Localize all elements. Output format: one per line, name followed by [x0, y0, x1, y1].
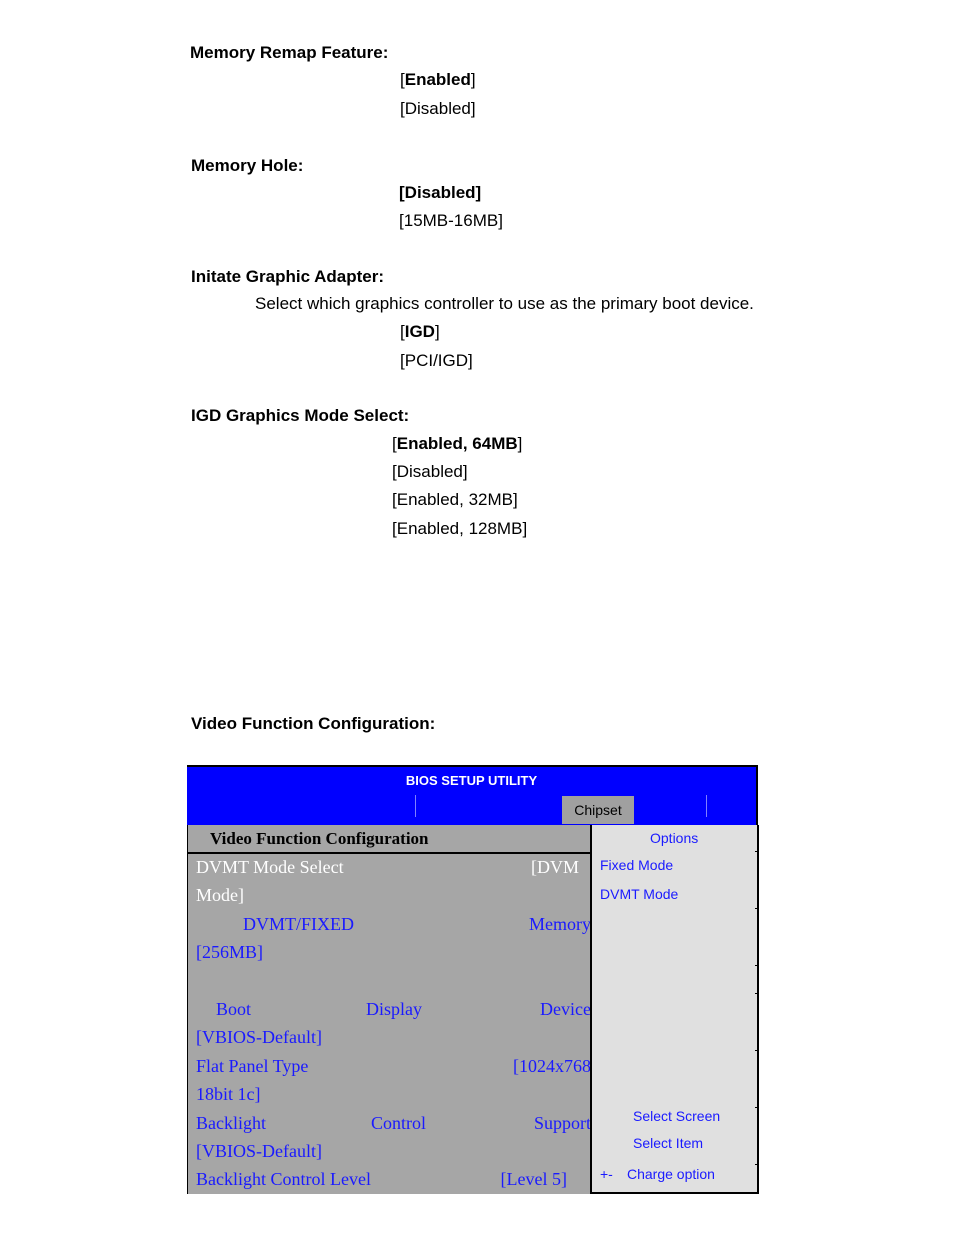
option-igd-enabled-32mb: [Enabled, 32MB] — [392, 490, 518, 509]
bios-item-value: [256MB] — [196, 942, 263, 962]
bios-item-line: Backlight Control Level [Level 5] — [196, 1165, 567, 1193]
bios-section-title-text: Video Function Configuration — [210, 829, 429, 848]
setting-title-graphic-adapter: Initate Graphic Adapter: — [191, 267, 385, 286]
bios-item-line: DVMT Mode Select [DVM — [196, 853, 579, 881]
tab-bar-edge — [756, 795, 758, 825]
row-tick — [755, 851, 759, 852]
bios-item-label: Memory — [529, 914, 591, 934]
bios-item-value: [VBIOS-Default] — [196, 1141, 322, 1161]
option-label: Disabled — [404, 99, 471, 118]
option-igd-disabled: [Disabled] — [392, 462, 468, 481]
help-key-plus-minus: +- — [600, 1166, 613, 1182]
row-tick — [755, 908, 759, 909]
setting-title-igd-graphics-mode: IGD Graphics Mode Select: — [191, 406, 410, 425]
bios-item-label: Device — [540, 999, 591, 1019]
bios-setup-screen: BIOS SETUP UTILITY Chipset Video Functio… — [187, 765, 759, 1194]
setting-title-memory-remap: Memory Remap Feature: — [190, 43, 389, 62]
help-key-select-item: Select Item — [633, 1135, 704, 1151]
bios-item-line: Boot Display Device — [196, 995, 591, 1023]
option-label: Enabled, 64MB — [396, 434, 518, 453]
bios-tab-bar: Chipset — [187, 795, 758, 825]
bios-item-value: [Level 5] — [500, 1169, 567, 1189]
option-graphic-adapter-igd: [IGD] — [400, 322, 440, 341]
help-key-charge-option: Charge option — [627, 1166, 715, 1182]
option-graphic-adapter-pci-igd: [PCI/IGD] — [400, 351, 473, 370]
option-igd-enabled-64mb: [Enabled, 64MB] — [392, 434, 523, 453]
tab-separator — [415, 795, 416, 817]
option-label: Enabled, 32MB — [396, 490, 513, 509]
row-tick — [755, 1107, 759, 1108]
tab-chipset[interactable]: Chipset — [562, 796, 634, 824]
bios-item-line: DVMT/FIXED Memory — [196, 910, 591, 938]
bios-item-value: [DVM — [531, 857, 579, 877]
row-tick — [755, 1050, 759, 1051]
bios-section-title: Video Function Configuration — [188, 825, 591, 854]
row-tick — [755, 965, 759, 966]
bios-item-value: [1024x768 — [513, 1056, 591, 1076]
help-option-dvmt-mode: DVMT Mode — [600, 886, 679, 902]
bios-item-label: Backlight Control Level — [196, 1169, 371, 1189]
bios-help-pane: Options Fixed Mode DVMT Mode Select Scre… — [590, 825, 759, 1194]
setting-title-memory-hole: Memory Hole: — [191, 156, 304, 175]
option-memory-remap-disabled: [Disabled] — [400, 99, 476, 118]
option-memory-hole-15-16mb: [15MB-16MB] — [399, 211, 503, 230]
option-label: IGD — [404, 322, 435, 341]
option-memory-hole-disabled: [Disabled] — [399, 183, 482, 202]
bios-item-line: Backlight Control Support — [196, 1109, 591, 1137]
help-options-title: Options — [650, 830, 699, 846]
bios-item-label: Boot — [216, 999, 252, 1019]
video-function-heading: Video Function Configuration: — [191, 714, 436, 733]
tab-separator — [706, 795, 707, 817]
row-tick — [755, 1164, 759, 1165]
bios-item-label: DVMT Mode Select — [196, 857, 344, 877]
option-label: Disabled — [404, 183, 476, 202]
bios-item-line: Flat Panel Type [1024x768 — [196, 1052, 591, 1080]
bios-item-label: DVMT/FIXED — [243, 914, 354, 934]
bios-item-value-cont: Mode] — [196, 885, 244, 905]
bios-item-label: Backlight — [196, 1113, 266, 1133]
option-label: Enabled, 128MB — [396, 519, 523, 538]
row-tick — [755, 993, 759, 994]
help-key-select-screen: Select Screen — [633, 1108, 721, 1124]
option-label: Disabled — [396, 462, 463, 481]
help-option-fixed-mode: Fixed Mode — [600, 857, 674, 873]
option-memory-remap-enabled: [Enabled] — [400, 70, 476, 89]
option-label: Enabled — [404, 70, 471, 89]
bios-item-label: Display — [366, 999, 422, 1019]
bios-item-label: Control — [371, 1113, 427, 1133]
bios-item-label: Support — [533, 1113, 591, 1133]
setting-description-graphic-adapter: Select which graphics controller to use … — [255, 294, 754, 313]
option-label: 15MB-16MB — [403, 211, 499, 230]
bios-item-label: Flat Panel Type — [196, 1056, 309, 1076]
bios-settings-pane: Video Function Configuration DVMT Mode S… — [187, 825, 591, 1194]
bios-item-value-cont: 18bit 1c] — [196, 1084, 261, 1104]
option-label: PCI/IGD — [404, 351, 469, 370]
bios-title-bar: BIOS SETUP UTILITY — [187, 765, 758, 797]
bios-item-value: [VBIOS-Default] — [196, 1027, 322, 1047]
option-igd-enabled-128mb: [Enabled, 128MB] — [392, 519, 528, 538]
